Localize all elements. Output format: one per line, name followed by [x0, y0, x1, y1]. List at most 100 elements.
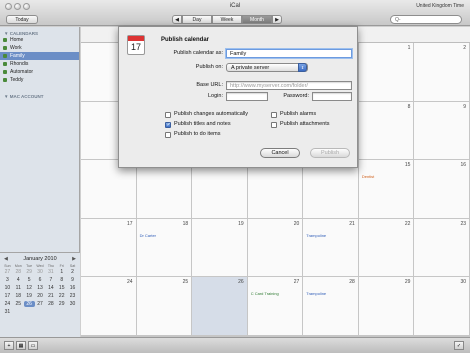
mini-date[interactable]: 4	[13, 277, 24, 283]
mini-date[interactable]: 22	[56, 293, 67, 299]
mini-date[interactable]: 14	[45, 285, 56, 291]
day-cell[interactable]: 17	[81, 218, 137, 278]
mini-date[interactable]: 30	[67, 301, 78, 307]
week-view-button[interactable]: Week	[212, 15, 242, 24]
month-view-button[interactable]: Month	[242, 15, 272, 24]
mini-calendar-toggle-icon[interactable]: ▦	[16, 341, 26, 350]
mini-date[interactable]: 27	[35, 301, 46, 307]
day-cell[interactable]	[303, 160, 359, 219]
calendar-event[interactable]: Trampoline	[306, 233, 326, 238]
publish-changes-checkbox[interactable]: Publish changes automatically	[165, 111, 248, 118]
calendar-event[interactable]: C Card Training	[251, 291, 279, 296]
calendar-event[interactable]: Trampoline	[306, 291, 326, 296]
calendar-item[interactable]: Automator	[0, 68, 79, 76]
day-cell[interactable]: 30	[414, 277, 470, 336]
mini-date[interactable]: 21	[45, 293, 56, 299]
search-input[interactable]: Q-	[390, 15, 462, 24]
calendar-checkbox-icon[interactable]	[3, 38, 7, 42]
calendar-checkbox-icon[interactable]	[3, 54, 7, 58]
day-cell[interactable]	[247, 160, 304, 219]
mini-date[interactable]: 7	[45, 277, 56, 283]
calendar-item[interactable]: Home	[0, 36, 79, 44]
day-cell[interactable]: 18 Dr Carter	[136, 218, 193, 278]
publish-as-field[interactable]: Family	[226, 49, 352, 58]
mini-date[interactable]: 15	[56, 285, 67, 291]
day-cell[interactable]: 2	[414, 43, 470, 102]
day-cell[interactable]: 25	[136, 277, 193, 336]
day-cell[interactable]: 26	[192, 277, 248, 336]
password-field[interactable]	[312, 92, 352, 101]
day-cell[interactable]: 22	[358, 218, 415, 278]
mini-date[interactable]: 18	[13, 293, 24, 299]
add-calendar-button[interactable]: +	[4, 341, 14, 350]
mac-account-header[interactable]: ▼ MAC ACCOUNT	[0, 94, 79, 99]
mini-date[interactable]: 9	[67, 277, 78, 283]
mini-next-icon[interactable]: ▶	[72, 256, 76, 262]
publish-on-popup[interactable]: A private server ⇕	[226, 63, 308, 72]
day-cell[interactable]: 20	[247, 218, 304, 278]
publish-alarms-checkbox[interactable]: Publish alarms	[271, 111, 316, 118]
calendar-event[interactable]: Dentist	[362, 174, 374, 179]
calendar-item[interactable]: Work	[0, 44, 79, 52]
day-cell[interactable]	[81, 160, 137, 219]
day-cell[interactable]	[192, 160, 248, 219]
mini-date[interactable]: 16	[67, 285, 78, 291]
mini-date[interactable]: 30	[35, 269, 46, 275]
mini-prev-icon[interactable]: ◀	[4, 256, 8, 262]
mini-date[interactable]: 19	[24, 293, 35, 299]
day-cell[interactable]: 27 C Card Training	[247, 277, 304, 336]
calendar-checkbox-icon[interactable]	[3, 46, 7, 50]
timezone-menu[interactable]: United Kingdom Time	[416, 3, 464, 9]
day-cell[interactable]: 19	[192, 218, 248, 278]
day-cell[interactable]: 1	[358, 43, 415, 102]
mini-date[interactable]: 5	[24, 277, 35, 283]
mini-date[interactable]: 17	[2, 293, 13, 299]
day-cell[interactable]: 15 Dentist	[358, 160, 415, 219]
day-cell[interactable]: 24	[81, 277, 137, 336]
todo-toggle-icon[interactable]: ✓	[454, 341, 464, 350]
mini-date[interactable]: 27	[2, 269, 13, 275]
mini-date[interactable]: 25	[13, 301, 24, 307]
mini-date[interactable]: 12	[24, 285, 35, 291]
mini-date[interactable]: 28	[13, 269, 24, 275]
mini-date[interactable]: 13	[35, 285, 46, 291]
mini-date[interactable]: 31	[45, 269, 56, 275]
next-arrow-button[interactable]: ▶	[272, 15, 282, 24]
mini-date[interactable]: 1	[56, 269, 67, 275]
mini-date[interactable]: 8	[56, 277, 67, 283]
calendar-checkbox-icon[interactable]	[3, 70, 7, 74]
mini-date[interactable]: 24	[2, 301, 13, 307]
mini-date[interactable]: 23	[67, 293, 78, 299]
day-view-button[interactable]: Day	[182, 15, 212, 24]
calendar-checkbox-icon[interactable]	[3, 78, 7, 82]
mini-date[interactable]: 20	[35, 293, 46, 299]
calendar-item[interactable]: Family	[0, 52, 79, 60]
day-cell[interactable]: 9	[414, 101, 470, 161]
day-cell[interactable]: 21 Trampoline	[303, 218, 359, 278]
notifications-toggle-icon[interactable]: ▭	[28, 341, 38, 350]
mini-date[interactable]: 11	[13, 285, 24, 291]
mini-date[interactable]: 3	[2, 277, 13, 283]
calendar-event[interactable]: Dr Carter	[140, 233, 156, 238]
calendar-item[interactable]: Rhondis	[0, 60, 79, 68]
mini-date[interactable]: 29	[56, 301, 67, 307]
cancel-button[interactable]: Cancel	[260, 148, 300, 158]
mini-date[interactable]: 31	[2, 309, 13, 315]
publish-attachments-checkbox[interactable]: Publish attachments	[271, 121, 330, 128]
mini-date[interactable]: 28	[45, 301, 56, 307]
calendar-checkbox-icon[interactable]	[3, 62, 7, 66]
mini-date[interactable]: 6	[35, 277, 46, 283]
calendar-item[interactable]: Teddy	[0, 76, 79, 84]
login-field[interactable]	[226, 92, 268, 101]
previous-arrow-button[interactable]: ◀	[172, 15, 182, 24]
mini-date[interactable]: 2	[67, 269, 78, 275]
day-cell[interactable]: 8	[358, 101, 415, 161]
publish-titles-notes-checkbox[interactable]: Publish titles and notes	[165, 121, 231, 129]
publish-button[interactable]: Publish	[310, 148, 350, 158]
mini-date[interactable]: 26	[23, 301, 35, 307]
today-button[interactable]: Today	[6, 15, 38, 24]
mini-date[interactable]: 10	[2, 285, 13, 291]
day-cell[interactable]: 23	[414, 218, 470, 278]
day-cell[interactable]	[136, 160, 193, 219]
publish-todos-checkbox[interactable]: Publish to do items	[165, 131, 220, 138]
